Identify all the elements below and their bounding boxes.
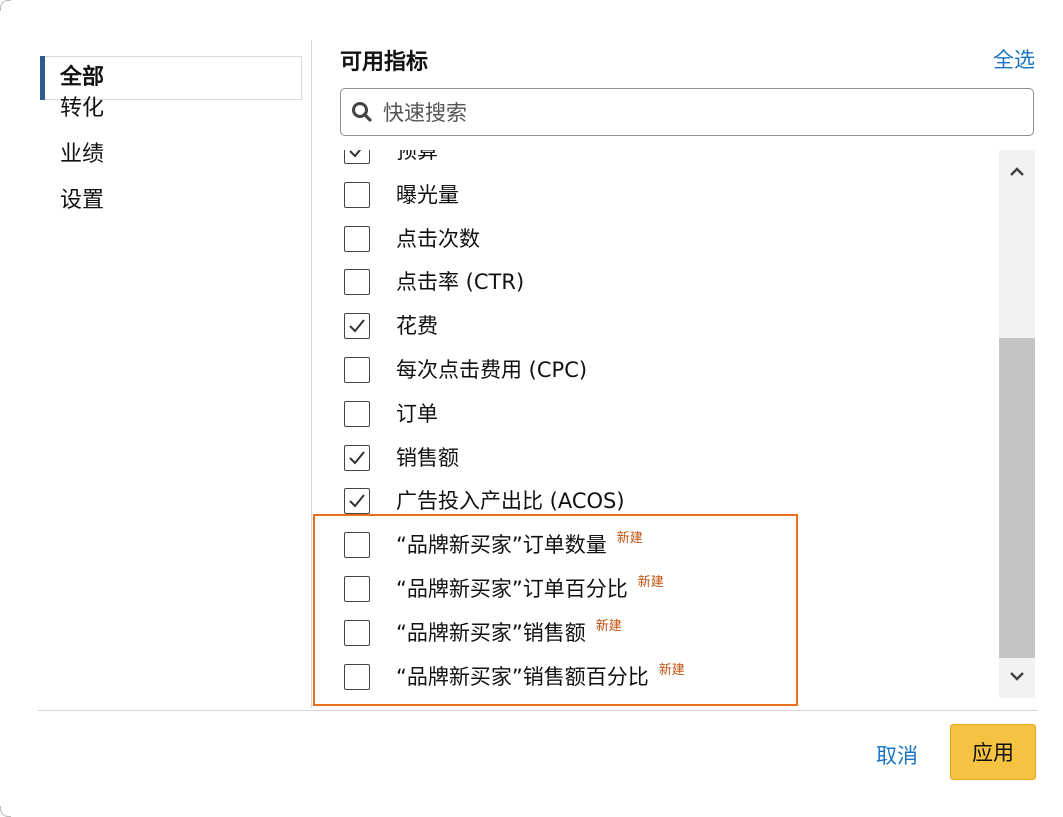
dialog-corner-top [0,0,11,11]
chevron-down-icon[interactable] [1007,666,1027,686]
metric-label: “品牌新买家”销售额 新建 [396,618,622,652]
checkbox-unchecked[interactable] [344,400,370,427]
metric-label: “品牌新买家”订单百分比 新建 [396,574,664,608]
apply-button[interactable]: 应用 [950,724,1036,780]
metric-row[interactable]: 预算 [340,150,1000,174]
metric-label-text: 点击率 (CTR) [396,270,525,295]
metric-row[interactable]: 曝光量 [340,174,1000,218]
vertical-divider [311,40,312,708]
checkbox-checked[interactable] [344,444,370,471]
metric-row[interactable]: 订单 [340,393,1000,437]
new-badge: 新建 [595,618,622,634]
metric-row[interactable]: 销售额 [340,437,1000,481]
new-badge: 新建 [637,574,664,590]
new-badge: 新建 [616,531,643,547]
metric-label: 销售额 [396,443,459,473]
checkbox-unchecked[interactable] [344,532,370,559]
search-icon [351,101,373,123]
metric-row[interactable]: “品牌新买家”销售额 新建 [340,612,1000,656]
scrollbar-thumb[interactable] [999,338,1035,658]
metric-label-text: “品牌新买家”销售额 [396,620,586,645]
checkbox-unchecked[interactable] [344,181,370,208]
cancel-button[interactable]: 取消 [876,732,918,780]
metric-row[interactable]: 点击率 (CTR) [340,261,1000,305]
check-icon [349,150,362,158]
checkbox-checked[interactable] [344,150,370,164]
metric-row[interactable]: 花费 [340,305,1000,349]
checkbox-unchecked[interactable] [344,269,370,296]
metric-label: 广告投入产出比 (ACOS) [396,486,625,516]
metric-label: “品牌新买家”销售额百分比 新建 [396,662,685,696]
metric-label: 曝光量 [396,180,459,210]
metric-label: 每次点击费用 (CPC) [396,355,587,385]
checkbox-unchecked[interactable] [344,619,370,646]
check-icon [349,450,365,465]
category-item-conversion[interactable]: 转化 [40,86,302,132]
metrics-dialog: 全部 转化 业绩 设置 可用指标 全选 预算曝光量点击次数点击率 (CTR) 花费… [0,0,1063,817]
check-icon [349,319,365,333]
scrollbar[interactable] [999,150,1035,698]
metric-row[interactable]: 每次点击费用 (CPC) [340,349,1000,393]
metric-list: 预算曝光量点击次数点击率 (CTR) 花费每次点击费用 (CPC) 订单销售额广告投… [340,150,1000,698]
metric-label-text: 每次点击费用 (CPC) [396,357,588,382]
checkbox-unchecked[interactable] [344,575,370,602]
metric-row[interactable]: 点击次数 [340,218,1000,262]
metric-label: 点击次数 [396,224,480,254]
metric-label-text: 销售额 [396,445,459,470]
category-item-settings[interactable]: 设置 [40,178,302,224]
metric-label: 订单 [396,399,438,429]
checkbox-unchecked[interactable] [344,356,370,383]
category-item-performance[interactable]: 业绩 [40,132,302,178]
metric-label-text: 点击次数 [396,226,480,251]
panel-title: 可用指标 [340,50,429,75]
metric-label-text: “品牌新买家”销售额百分比 [396,664,649,689]
category-sidebar: 全部 转化 业绩 设置 [40,56,302,224]
metric-label: 点击率 (CTR) [396,267,524,297]
checkbox-checked[interactable] [344,313,370,340]
metric-label: “品牌新买家”订单数量 新建 [396,530,643,564]
search-input[interactable] [381,97,1025,129]
search-box [340,88,1034,136]
select-all-link[interactable]: 全选 [993,44,1035,74]
metric-label-text: “品牌新买家”订单百分比 [396,576,628,601]
metric-label-text: 订单 [396,401,438,426]
metric-label: 预算 [396,150,438,166]
footer-divider [38,710,1038,711]
metric-row[interactable]: “品牌新买家”订单数量 新建 [340,524,1000,568]
chevron-up-icon[interactable] [1007,162,1027,182]
metric-row[interactable]: “品牌新买家”订单百分比 新建 [340,568,1000,612]
checkbox-unchecked[interactable] [344,225,370,252]
metric-row[interactable]: 广告投入产出比 (ACOS) [340,480,1000,524]
check-icon [349,494,365,508]
metric-row[interactable]: “品牌新买家”销售额百分比 新建 [340,656,1000,698]
metric-label-text: “品牌新买家”订单数量 [396,533,607,558]
dialog-corner-bottom [0,806,11,817]
new-badge: 新建 [658,662,685,678]
checkbox-unchecked[interactable] [344,663,370,690]
metric-list-viewport: 预算曝光量点击次数点击率 (CTR) 花费每次点击费用 (CPC) 订单销售额广告投… [340,150,1000,698]
metric-label-text: 广告投入产出比 (ACOS) [396,489,625,514]
metric-label-text: 曝光量 [396,182,459,207]
checkbox-checked[interactable] [344,488,370,515]
metric-label: 花费 [396,311,438,341]
metric-label-text: 花费 [396,314,438,339]
metric-label-text: 预算 [396,150,438,163]
